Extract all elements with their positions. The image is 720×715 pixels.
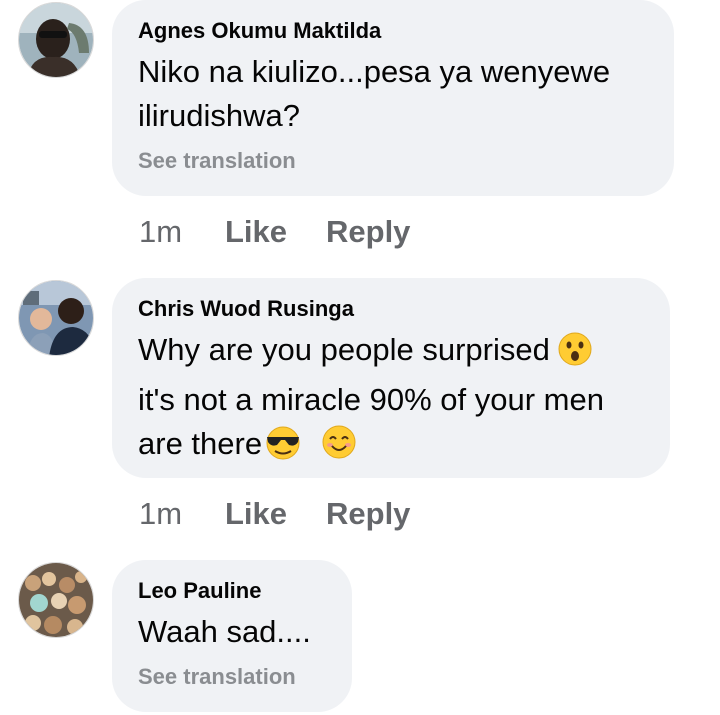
comment-author[interactable]: Leo Pauline bbox=[138, 578, 326, 604]
comment-text: Waah sad.... bbox=[138, 614, 311, 649]
reply-button[interactable]: Reply bbox=[326, 214, 410, 250]
sunglasses-face-emoji-icon bbox=[262, 426, 304, 472]
avatar[interactable] bbox=[18, 2, 94, 78]
like-button[interactable]: Like bbox=[225, 496, 326, 532]
avatar-image-agnes bbox=[19, 3, 93, 77]
comment-text: Why are you people surprised it's not a … bbox=[138, 328, 644, 472]
comment-author[interactable]: Agnes Okumu Maktilda bbox=[138, 18, 648, 44]
like-button[interactable]: Like bbox=[225, 214, 326, 250]
see-translation-link[interactable]: See translation bbox=[138, 664, 326, 690]
comment-bubble[interactable]: Chris Wuod Rusinga Why are you people su… bbox=[112, 278, 670, 478]
comment-actions: 1m Like Reply bbox=[139, 496, 410, 532]
comment-timestamp: 1m bbox=[139, 496, 183, 531]
avatar-image-chris bbox=[19, 281, 93, 355]
avatar[interactable] bbox=[18, 562, 94, 638]
reply-button[interactable]: Reply bbox=[326, 496, 410, 532]
avatar-image-leo bbox=[19, 563, 93, 637]
comment-bubble[interactable]: Leo Pauline Waah sad.... See translation bbox=[112, 560, 352, 712]
comment-bubble[interactable]: Agnes Okumu Maktilda Niko na kiulizo...p… bbox=[112, 0, 674, 196]
comment-text-line: it's not a miracle 90% of your men bbox=[138, 382, 604, 417]
comment-actions: 1m Like Reply bbox=[139, 214, 410, 250]
comment-text: Niko na kiulizo...pesa ya wenyewe ilirud… bbox=[138, 54, 611, 133]
hushed-face-emoji-icon bbox=[558, 332, 592, 378]
smiling-face-emoji-icon bbox=[321, 424, 357, 472]
comment-author[interactable]: Chris Wuod Rusinga bbox=[138, 296, 644, 322]
avatar[interactable] bbox=[18, 280, 94, 356]
comment-text-line: are there bbox=[138, 426, 263, 461]
comment-timestamp: 1m bbox=[139, 214, 183, 249]
comment-text-line: Why are you people surprised bbox=[138, 332, 550, 367]
see-translation-link[interactable]: See translation bbox=[138, 148, 648, 174]
